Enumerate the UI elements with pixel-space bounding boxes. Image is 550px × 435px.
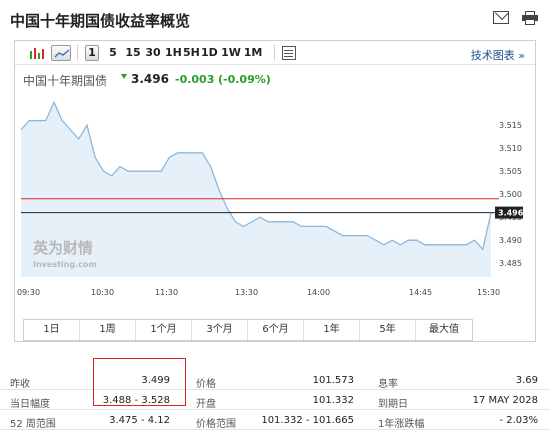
stats-row: 当日幅度 3.488 - 3.528 开盘 101.332 到期日 17 MAY 2028 [0, 392, 550, 410]
x-tick-label: 13:30 [235, 288, 258, 297]
stat-value: - 2.03% [499, 415, 538, 426]
stat-value: 3.69 [515, 375, 538, 386]
stat-label: 开盘 [196, 399, 216, 410]
chart-panel: 1 5 15 30 1H 5H 1D 1W 1M 技术图表 » 中国十年期国债 3.496 -0… [14, 40, 536, 342]
x-tick-label: 09:30 [17, 288, 40, 297]
y-tick-label: 3.490 [499, 236, 522, 245]
range-button[interactable]: 1日 [24, 320, 80, 340]
watermark: 英为财情 [33, 239, 93, 257]
x-tick-label: 15:30 [477, 288, 500, 297]
key-statistics: 昨收 3.499 价格 101.573 息率 3.69 当日幅度 3.488 - 3.528 开… [0, 362, 550, 435]
stats-row: 昨收 3.499 价格 101.573 息率 3.69 [0, 372, 550, 390]
stat-label: 价格范围 [196, 419, 236, 430]
range-button[interactable]: 6个月 [248, 320, 304, 340]
range-button[interactable]: 最大值 [416, 320, 472, 340]
mail-icon[interactable] [493, 11, 509, 24]
stat-label: 当日幅度 [10, 399, 50, 410]
stat-label: 到期日 [378, 399, 408, 410]
y-tick-label: 3.500 [499, 190, 522, 199]
stat-label: 1年涨跌幅 [378, 419, 425, 430]
range-button[interactable]: 5年 [360, 320, 416, 340]
x-tick-label: 11:30 [155, 288, 178, 297]
range-button[interactable]: 1周 [80, 320, 136, 340]
stat-value: 17 MAY 2028 [472, 395, 538, 406]
stats-row: 52 周范围 3.475 - 4.12 价格范围 101.332 - 101.665 1… [0, 412, 550, 430]
x-tick-label: 14:45 [409, 288, 432, 297]
stat-label: 昨收 [10, 379, 30, 390]
page-title: 中国十年期国债收益率概览 [10, 12, 191, 30]
y-tick-label: 3.485 [499, 259, 522, 268]
stat-label: 价格 [196, 379, 216, 390]
range-selector: 1日 1周 1个月 3个月 6个月 1年 5年 最大值 [23, 319, 473, 341]
range-button[interactable]: 1年 [304, 320, 360, 340]
stat-label: 52 周范围 [10, 419, 56, 430]
page-header: 中国十年期国债收益率概览 [0, 0, 550, 40]
last-price-tag-label: 3.496 [498, 209, 524, 218]
range-button[interactable]: 3个月 [192, 320, 248, 340]
stat-value: 3.475 - 4.12 [109, 415, 170, 426]
stat-label: 息率 [378, 379, 398, 390]
stat-value: 101.573 [312, 375, 354, 386]
highlight-annotation [93, 358, 186, 406]
stat-value: 101.332 [312, 395, 354, 406]
x-tick-label: 14:00 [307, 288, 330, 297]
price-chart[interactable]: 英为财情 Investing.com 3.515 3.510 3.505 3.500 3.4… [15, 41, 535, 319]
x-tick-label: 10:30 [91, 288, 114, 297]
y-tick-label: 3.510 [499, 144, 522, 153]
print-icon[interactable] [522, 11, 538, 25]
watermark-subtext: Investing.com [33, 260, 97, 269]
range-button[interactable]: 1个月 [136, 320, 192, 340]
y-tick-label: 3.505 [499, 167, 522, 176]
y-tick-label: 3.515 [499, 121, 522, 130]
stat-value: 101.332 - 101.665 [261, 415, 354, 426]
